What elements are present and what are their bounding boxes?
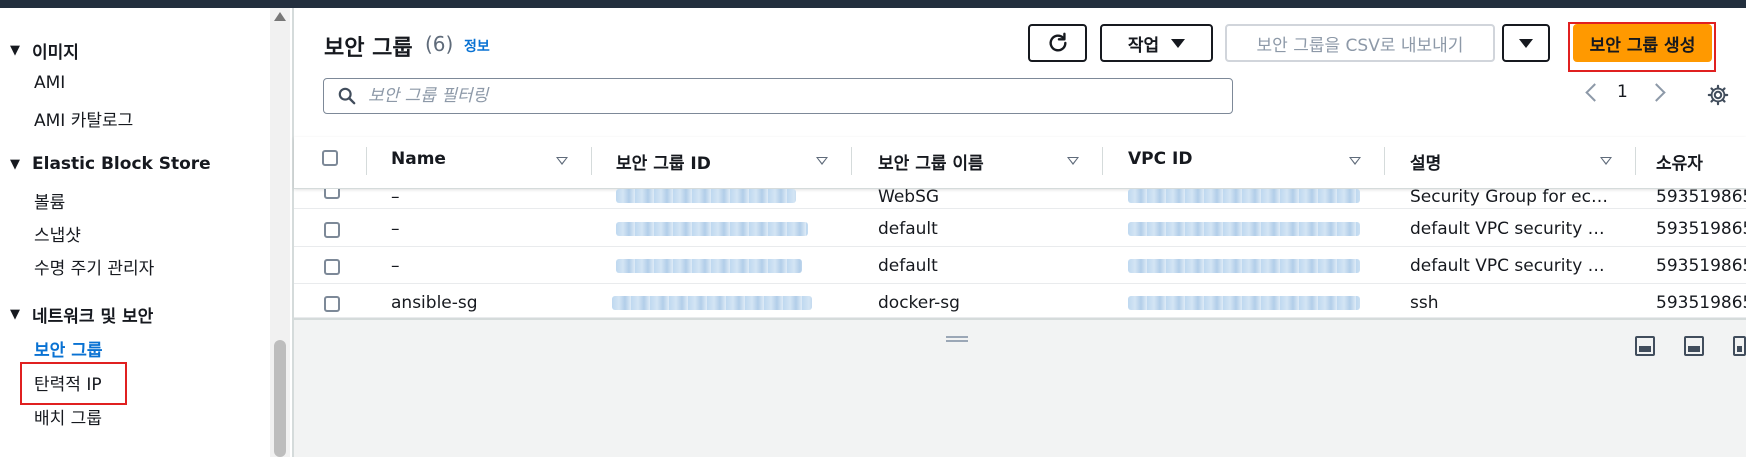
resize-handle-icon[interactable]: [946, 336, 968, 342]
table-row[interactable]: – default default VPC security gr… 59351…: [294, 210, 1746, 247]
caret-down-icon: [1519, 38, 1533, 48]
redacted-group-id[interactable]: [612, 296, 812, 310]
select-all-checkbox[interactable]: [322, 150, 338, 166]
current-page-number[interactable]: 1: [1617, 82, 1628, 102]
column-header-owner[interactable]: 소유자: [1656, 149, 1703, 174]
row-checkbox[interactable]: [324, 296, 340, 312]
sidebar-item-placement-groups[interactable]: 배치 그룹: [34, 404, 102, 429]
sidebar-item-volumes[interactable]: 볼륨: [34, 188, 65, 213]
sort-icon[interactable]: [556, 157, 568, 165]
sidebar-item-ami-catalog[interactable]: AMI 카탈로그: [34, 106, 133, 131]
caret-down-icon: [1171, 38, 1186, 48]
sort-icon[interactable]: [816, 157, 828, 165]
row-name: ansible-sg: [391, 293, 478, 313]
actions-label: 작업: [1127, 35, 1160, 56]
sidebar-section-ebs[interactable]: ▼ Elastic Block Store: [10, 154, 211, 174]
column-header-vpc-id[interactable]: VPC ID: [1128, 149, 1192, 169]
sort-icon[interactable]: [1349, 157, 1361, 165]
column-header-group-name[interactable]: 보안 그룹 이름: [878, 149, 984, 174]
table-row[interactable]: ansible-sg docker-sg ssh 593519865: [294, 284, 1746, 318]
table-header: Name 보안 그룹 ID 보안 그룹 이름 VPC ID 설명 소유자: [294, 137, 1746, 189]
caret-down-icon: ▼: [10, 156, 20, 172]
redacted-vpc-id[interactable]: [1128, 222, 1360, 236]
column-header-name[interactable]: Name: [391, 149, 446, 169]
row-group-name: default: [878, 256, 938, 276]
redacted-group-id[interactable]: [616, 189, 796, 203]
row-name: –: [391, 219, 400, 239]
search-box: [323, 78, 1233, 114]
table-row[interactable]: – default default VPC security gr… 59351…: [294, 247, 1746, 284]
row-checkbox[interactable]: [324, 222, 340, 238]
refresh-icon: [1049, 32, 1067, 52]
sidebar-item-security-groups[interactable]: 보안 그룹: [34, 336, 102, 361]
redacted-vpc-id[interactable]: [1128, 189, 1360, 203]
caret-down-icon: ▼: [10, 43, 20, 58]
export-csv-label: 보안 그룹을 CSV로 내보내기: [1256, 35, 1464, 56]
panel-side-icon[interactable]: [1684, 336, 1704, 356]
sidebar-section-label: 네트워크 및 보안: [32, 307, 154, 327]
redacted-vpc-id[interactable]: [1128, 296, 1360, 310]
top-navigation-bar: [0, 0, 1746, 8]
refresh-button[interactable]: [1028, 24, 1087, 62]
split-panel: [294, 318, 1746, 457]
sidebar-section-images[interactable]: ▼ 이미지: [10, 38, 79, 63]
row-checkbox[interactable]: [324, 189, 340, 199]
row-name: –: [391, 256, 400, 276]
export-csv-button[interactable]: 보안 그룹을 CSV로 내보내기: [1225, 24, 1495, 62]
row-description: ssh: [1410, 293, 1439, 313]
table-row[interactable]: – WebSG Security Group for ec2… 59351986…: [294, 189, 1746, 209]
sidebar-section-label: Elastic Block Store: [32, 154, 211, 174]
row-group-name: docker-sg: [878, 293, 960, 313]
column-divider[interactable]: [1635, 147, 1636, 175]
redacted-group-id[interactable]: [616, 259, 802, 273]
caret-down-icon: ▼: [10, 307, 20, 322]
redacted-vpc-id[interactable]: [1128, 259, 1360, 273]
search-icon: [338, 87, 356, 105]
scrollbar-thumb[interactable]: [274, 340, 286, 457]
sidebar-section-label: 이미지: [32, 43, 79, 63]
column-divider: [366, 147, 367, 175]
row-checkbox[interactable]: [324, 259, 340, 275]
create-button-highlight-box: [1568, 22, 1716, 72]
row-group-name: default: [878, 219, 938, 239]
row-description: Security Group for ec2…: [1410, 189, 1610, 207]
panel-bottom-icon[interactable]: [1635, 336, 1655, 356]
row-owner: 593519865: [1656, 219, 1746, 239]
search-input[interactable]: [368, 86, 1188, 106]
next-page-icon[interactable]: [1647, 83, 1666, 102]
prev-page-icon[interactable]: [1585, 83, 1604, 102]
column-divider[interactable]: [1102, 147, 1103, 175]
sidebar-item-ami[interactable]: AMI: [34, 73, 65, 93]
sidebar-section-network-security[interactable]: ▼ 네트워크 및 보안: [10, 302, 153, 327]
security-group-count: (6): [425, 32, 454, 56]
security-groups-highlight-box: [20, 362, 127, 405]
row-description: default VPC security gr…: [1410, 219, 1610, 239]
sidebar-item-snapshots[interactable]: 스냅샷: [34, 221, 81, 246]
column-divider[interactable]: [1384, 147, 1385, 175]
row-group-name: WebSG: [878, 189, 940, 207]
column-divider[interactable]: [851, 147, 852, 175]
sidebar-item-lifecycle-manager[interactable]: 수명 주기 관리자: [34, 254, 154, 279]
row-name: –: [391, 189, 400, 207]
sort-icon[interactable]: [1067, 157, 1079, 165]
scroll-up-arrow-icon[interactable]: [274, 12, 286, 21]
sort-icon[interactable]: [1600, 157, 1612, 165]
column-divider[interactable]: [591, 147, 592, 175]
actions-button[interactable]: 작업: [1100, 24, 1213, 62]
info-link[interactable]: 정보: [464, 36, 490, 56]
row-owner: 593519865: [1656, 293, 1746, 313]
export-dropdown-button[interactable]: [1502, 24, 1550, 62]
column-header-description[interactable]: 설명: [1410, 149, 1441, 174]
gear-icon[interactable]: [1707, 84, 1729, 106]
panel-hide-icon[interactable]: [1733, 336, 1746, 356]
column-header-group-id[interactable]: 보안 그룹 ID: [616, 149, 711, 174]
page-title: 보안 그룹: [324, 36, 413, 61]
row-owner: 593519865: [1656, 189, 1746, 207]
redacted-group-id[interactable]: [616, 222, 808, 236]
row-owner: 593519865: [1656, 256, 1746, 276]
row-description: default VPC security gr…: [1410, 256, 1610, 276]
